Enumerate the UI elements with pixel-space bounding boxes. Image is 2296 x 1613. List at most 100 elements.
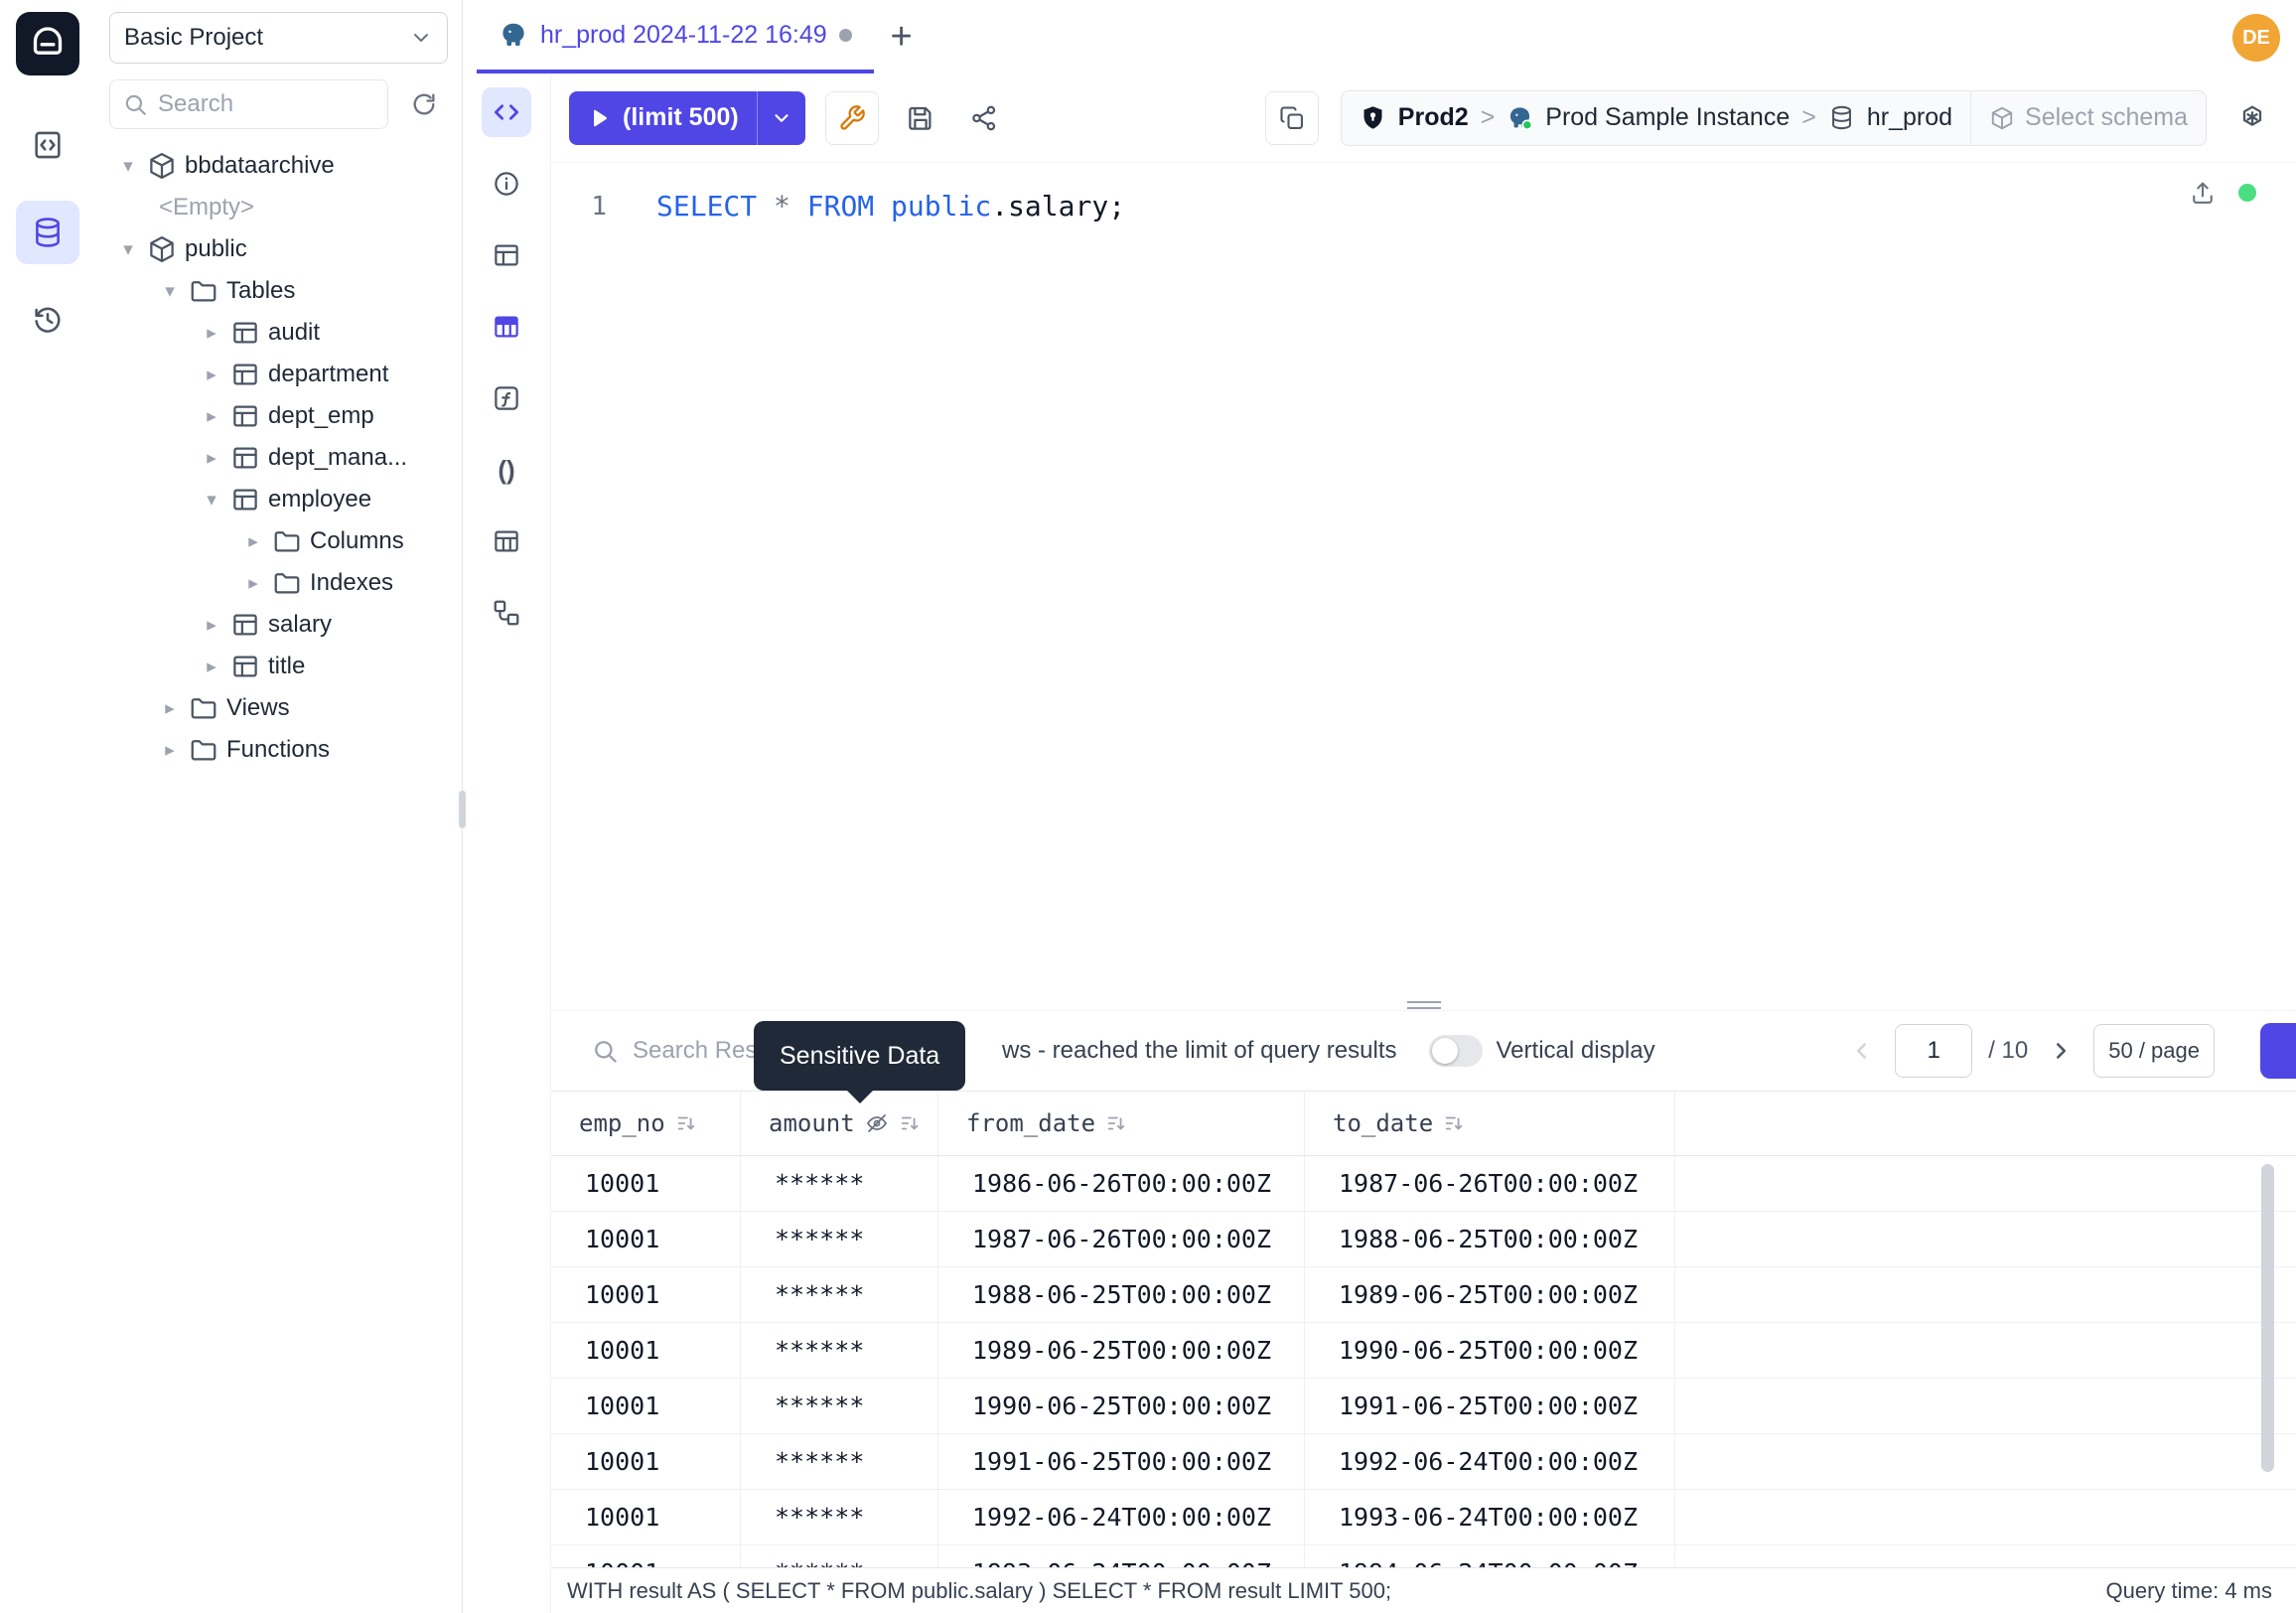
eye-off-icon[interactable] [865, 1111, 889, 1135]
tree-item-columns[interactable]: ▸Columns [109, 520, 448, 562]
strip-item-editor[interactable] [482, 87, 531, 137]
table-cell[interactable]: 10001 [551, 1156, 741, 1211]
results-scrollbar[interactable] [2261, 1164, 2274, 1472]
table-cell[interactable]: 1988-06-25T00:00:00Z [938, 1267, 1305, 1322]
table-cell[interactable]: 1993-06-24T00:00:00Z [938, 1545, 1305, 1567]
table-row[interactable]: 10001******1992-06-24T00:00:00Z1993-06-2… [551, 1490, 2296, 1545]
table-cell[interactable] [1675, 1434, 2296, 1489]
table-cell[interactable]: 10001 [551, 1490, 741, 1544]
tree-item-dept-emp[interactable]: ▸dept_emp [109, 395, 448, 437]
bytebase-logo[interactable] [16, 12, 79, 75]
table-cell[interactable]: 1993-06-24T00:00:00Z [1305, 1490, 1675, 1544]
table-cell[interactable]: ****** [741, 1490, 938, 1544]
tree-item-indexes[interactable]: ▸Indexes [109, 562, 448, 604]
table-cell[interactable]: 1990-06-25T00:00:00Z [938, 1379, 1305, 1433]
tree-item-views[interactable]: ▸Views [109, 687, 448, 729]
table-row[interactable]: 10001******1987-06-26T00:00:00Z1988-06-2… [551, 1212, 2296, 1267]
rail-item-history[interactable] [16, 288, 79, 352]
instance-name[interactable]: Prod Sample Instance [1545, 103, 1790, 132]
table-row[interactable]: 10001******1989-06-25T00:00:00Z1990-06-2… [551, 1323, 2296, 1379]
table-cell[interactable]: ****** [741, 1545, 938, 1567]
tree-item-public[interactable]: ▾public [109, 228, 448, 270]
table-cell[interactable]: ****** [741, 1212, 938, 1266]
refresh-button[interactable] [400, 80, 448, 128]
tree-item-bbdataarchive[interactable]: ▾bbdataarchive [109, 145, 448, 187]
strip-item-masking[interactable] [482, 302, 531, 352]
table-cell[interactable]: 1986-06-26T00:00:00Z [938, 1156, 1305, 1211]
panel-resize-handle[interactable] [1407, 1001, 1441, 1009]
table-cell[interactable]: 1994-06-24T00:00:00Z [1305, 1545, 1675, 1567]
table-cell[interactable]: ****** [741, 1156, 938, 1211]
page-number-input[interactable] [1895, 1024, 1972, 1078]
table-cell[interactable]: 1987-06-26T00:00:00Z [1305, 1156, 1675, 1211]
tree-item-dept-mana[interactable]: ▸dept_mana... [109, 437, 448, 479]
caret-right-icon[interactable]: ▸ [201, 364, 222, 385]
caret-right-icon[interactable]: ▸ [242, 572, 264, 594]
column-header-amount[interactable]: amount [741, 1092, 938, 1155]
table-cell[interactable]: 1989-06-25T00:00:00Z [1305, 1267, 1675, 1322]
table-row[interactable]: 10001******1991-06-25T00:00:00Z1992-06-2… [551, 1434, 2296, 1490]
table-cell[interactable]: 10001 [551, 1434, 741, 1489]
sql-editor[interactable]: 1 SELECT * FROM public.salary; [551, 163, 2296, 1000]
caret-down-icon[interactable]: ▾ [117, 238, 139, 260]
table-cell[interactable] [1675, 1490, 2296, 1544]
sidebar-search-input[interactable] [158, 90, 375, 118]
tree-item-employee[interactable]: ▾employee [109, 479, 448, 520]
database-name[interactable]: hr_prod [1867, 103, 1952, 132]
table-cell[interactable] [1675, 1323, 2296, 1378]
table-cell[interactable] [1675, 1379, 2296, 1433]
page-size-select[interactable]: 50 / page [2093, 1024, 2215, 1078]
tab-hr-prod[interactable]: hr_prod 2024-11-22 16:49 [477, 0, 874, 73]
ai-assistant-button[interactable] [2228, 94, 2276, 142]
caret-down-icon[interactable]: ▾ [159, 280, 181, 302]
sidebar-resize-handle[interactable] [459, 791, 466, 828]
column-header-from_date[interactable]: from_date [938, 1092, 1305, 1155]
table-cell[interactable]: 1992-06-24T00:00:00Z [1305, 1434, 1675, 1489]
caret-right-icon[interactable]: ▸ [242, 530, 264, 552]
tree-item-title[interactable]: ▸title [109, 646, 448, 687]
strip-item-procedures[interactable]: () [482, 445, 531, 495]
table-cell[interactable] [1675, 1267, 2296, 1322]
table-cell[interactable]: 1991-06-25T00:00:00Z [1305, 1379, 1675, 1433]
tree-item-department[interactable]: ▸department [109, 354, 448, 395]
table-cell[interactable]: 10001 [551, 1212, 741, 1266]
table-row[interactable]: 10001******1993-06-24T00:00:00Z1994-06-2… [551, 1545, 2296, 1567]
upload-icon[interactable] [2189, 179, 2217, 207]
tree-item-salary[interactable]: ▸salary [109, 604, 448, 646]
project-selector[interactable]: Basic Project [109, 12, 448, 64]
new-tab-button[interactable]: + [874, 0, 930, 73]
rail-item-worksheets[interactable] [16, 113, 79, 177]
run-options-button[interactable] [757, 91, 805, 145]
strip-item-diagram[interactable] [482, 588, 531, 638]
sort-icon[interactable] [1105, 1112, 1127, 1134]
table-cell[interactable]: 1992-06-24T00:00:00Z [938, 1490, 1305, 1544]
table-cell[interactable]: 1990-06-25T00:00:00Z [1305, 1323, 1675, 1378]
table-row[interactable]: 10001******1990-06-25T00:00:00Z1991-06-2… [551, 1379, 2296, 1434]
strip-item-info[interactable] [482, 159, 531, 209]
strip-item-external-tables[interactable] [482, 516, 531, 566]
table-cell[interactable]: 10001 [551, 1379, 741, 1433]
sort-icon[interactable] [899, 1112, 921, 1134]
table-cell[interactable]: 1987-06-26T00:00:00Z [938, 1212, 1305, 1266]
column-header-emp_no[interactable]: emp_no [551, 1092, 741, 1155]
admin-mode-button[interactable] [825, 91, 879, 145]
caret-right-icon[interactable]: ▸ [159, 697, 181, 719]
tree-item-tables[interactable]: ▾Tables [109, 270, 448, 312]
previous-page-button[interactable] [1845, 1034, 1879, 1068]
table-cell[interactable]: 10001 [551, 1545, 741, 1567]
table-cell[interactable]: ****** [741, 1267, 938, 1322]
caret-right-icon[interactable]: ▸ [201, 656, 222, 677]
table-cell[interactable] [1675, 1156, 2296, 1211]
table-cell[interactable]: ****** [741, 1323, 938, 1378]
table-row[interactable]: 10001******1988-06-25T00:00:00Z1989-06-2… [551, 1267, 2296, 1323]
table-cell[interactable]: 1988-06-25T00:00:00Z [1305, 1212, 1675, 1266]
run-query-button[interactable]: (limit 500) [569, 91, 805, 145]
sidebar-search[interactable] [109, 79, 388, 129]
sort-icon[interactable] [1443, 1112, 1465, 1134]
strip-item-functions[interactable] [482, 373, 531, 423]
rail-item-databases[interactable] [16, 201, 79, 264]
column-header-to_date[interactable]: to_date [1305, 1092, 1675, 1155]
caret-right-icon[interactable]: ▸ [201, 405, 222, 427]
caret-down-icon[interactable]: ▾ [201, 489, 222, 511]
table-cell[interactable] [1675, 1212, 2296, 1266]
